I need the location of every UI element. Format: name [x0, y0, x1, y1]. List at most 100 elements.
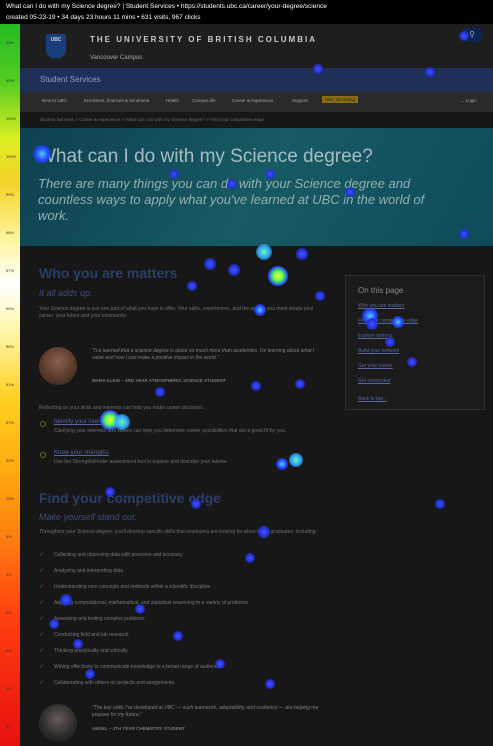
heatmap-info-bar: What can I do with my Science degree? | … — [0, 0, 493, 24]
webpage-canvas: UBC THE UNIVERSITY OF BRITISH COLUMBIA V… — [20, 24, 493, 746]
heatmap-click-spot — [435, 499, 445, 509]
heatmap-click-spot — [268, 266, 288, 286]
login-link[interactable]: → Login — [460, 98, 477, 103]
page-title: What can I do with my Science degree? — [38, 146, 373, 167]
heatmap-click-spot — [295, 379, 305, 389]
toc-link-edge[interactable]: Find your competitive edge — [358, 318, 418, 324]
scale-label: 96% — [6, 306, 15, 311]
list-item: Understanding core concepts and methods … — [54, 584, 211, 590]
edge-body: Throughout your Science degree, you'll d… — [39, 529, 317, 535]
scale-label: 100% — [6, 154, 17, 159]
check-icon: ✓ — [39, 552, 45, 558]
edge-quote: "The key skills I've developed at UBC — … — [92, 705, 319, 718]
nav-item-ongoing[interactable]: UBC On Going — [322, 96, 359, 103]
strengths-desc: Use the StrengthsFinder assessment tool … — [54, 459, 228, 465]
heatmap-click-spot — [204, 258, 216, 270]
check-icon: ✓ — [39, 568, 45, 574]
who-quote-name: MARA KLEIN – 3RD YEAR ATMOSPHERIC SCIENC… — [92, 378, 226, 383]
check-icon: ✓ — [39, 648, 45, 654]
heatmap-click-spot — [256, 244, 272, 260]
on-this-page-panel: On this page Who you are matters Find yo… — [345, 275, 485, 410]
who-body: Your Science degree is just one part of … — [39, 306, 314, 319]
nav-item-campus-life[interactable]: Campus life — [192, 98, 216, 103]
breadcrumb[interactable]: Student Services > Career & experience >… — [40, 117, 264, 122]
section-title[interactable]: Student Services — [40, 75, 100, 84]
check-icon: ✓ — [39, 664, 45, 670]
edge-quote-name: ANGEL – 4TH YEAR CHEMISTRY STUDENT — [92, 726, 185, 731]
student-photo — [39, 704, 77, 742]
check-icon: ✓ — [39, 600, 45, 606]
toc-link-who[interactable]: Who you are matters — [358, 303, 404, 309]
search-icon[interactable]: ⚲ — [463, 28, 481, 42]
toc-link-career[interactable]: Get your career — [358, 363, 393, 369]
scale-label: 1% — [6, 572, 12, 577]
list-item: Applying computational, mathematical, an… — [54, 600, 248, 606]
list-item: Collaborating with others on projects an… — [54, 680, 175, 686]
check-icon: ✓ — [39, 632, 45, 638]
list-item: Assessing and testing complex problems — [54, 616, 145, 622]
list-item: Analyzing and interpreting data — [54, 568, 123, 574]
scroll-depth-scale: 80% 90% 100% 100% 99% 98% 97% 96% 95% 91% 57% 32% 15… — [0, 24, 20, 746]
back-to-top-link[interactable]: Back to top ↑ — [358, 396, 387, 402]
nav-item-enrolment[interactable]: Enrolment, finances & enrolment — [84, 98, 149, 103]
university-name: THE UNIVERSITY OF BRITISH COLUMBIA — [90, 35, 317, 44]
interests-desc: Clarifying your interests and values can… — [54, 428, 287, 434]
reflect-text: Reflecting on your skills and interests … — [39, 405, 205, 411]
heatmap-click-spot — [187, 281, 197, 291]
heatmap-click-spot — [85, 669, 95, 679]
list-item: Collecting and observing data with preci… — [54, 552, 183, 558]
scale-label: 99% — [6, 192, 15, 197]
page-title-url: What can I do with my Science degree? | … — [6, 3, 327, 10]
scale-label: 90% — [6, 78, 15, 83]
scale-label: 57% — [6, 420, 15, 425]
scale-label: 5% — [6, 534, 12, 539]
nav-item-support[interactable]: Support — [292, 98, 308, 103]
nav-item-new[interactable]: New to UBC — [42, 98, 67, 103]
scale-label: 97% — [6, 268, 15, 273]
interests-link[interactable]: Identify your interests — [54, 419, 111, 425]
scale-label: 15% — [6, 496, 15, 501]
heatmap-click-spot — [315, 291, 325, 301]
scale-label: 95% — [6, 344, 15, 349]
toc-link-explore[interactable]: Explore options — [358, 333, 392, 339]
scale-label: 98% — [6, 230, 15, 235]
list-item: Writing effectively to communicate knowl… — [54, 664, 223, 670]
scale-label: 0% — [6, 686, 12, 691]
toc-title: On this page — [358, 286, 404, 295]
scale-label: 80% — [6, 40, 15, 45]
who-subheading: It all adds up. — [39, 288, 93, 298]
heatmap-click-spot — [228, 264, 240, 276]
scale-label: 91% — [6, 382, 15, 387]
edge-heading: Find your competitive edge — [39, 490, 222, 506]
ubc-logo[interactable]: UBC — [46, 34, 66, 58]
scale-label: 0% — [6, 610, 12, 615]
check-icon: ✓ — [39, 616, 45, 622]
campus-name: Vancouver Campus — [90, 55, 143, 61]
bullet-icon — [40, 421, 46, 427]
hero-subtitle: There are many things you can do with yo… — [38, 176, 425, 223]
who-heading: Who you are matters — [39, 265, 178, 281]
heatmap-click-spot — [251, 381, 261, 391]
scale-label: 0% — [6, 724, 12, 729]
edge-subheading: Make yourself stand out. — [39, 512, 138, 522]
heatmap-click-spot — [173, 631, 183, 641]
list-item: Thinking analytically and critically — [54, 648, 128, 654]
strengths-link[interactable]: Know your strengths — [54, 450, 109, 456]
check-icon: ✓ — [39, 680, 45, 686]
nav-item-career[interactable]: Career & experience — [232, 98, 273, 103]
heatmap-click-spot — [155, 387, 165, 397]
section-bar: Student Services — [20, 68, 493, 92]
site-header: UBC THE UNIVERSITY OF BRITISH COLUMBIA V… — [20, 24, 493, 68]
check-icon: ✓ — [39, 584, 45, 590]
heatmap-click-spot — [265, 679, 275, 689]
scale-label: 0% — [6, 648, 12, 653]
scale-label: 32% — [6, 458, 15, 463]
who-quote: "I've learned that a science degree is a… — [92, 348, 315, 361]
toc-link-connected[interactable]: Get connected — [358, 378, 391, 384]
heatmap-click-spot — [245, 553, 255, 563]
bullet-icon — [40, 452, 46, 458]
toc-link-network[interactable]: Build your network — [358, 348, 399, 354]
heatmap-click-spot — [296, 248, 308, 260]
heatmap-stats: created 05-23-19 • 34 days 23 hours 11 m… — [6, 14, 201, 21]
nav-item-health[interactable]: Health — [166, 98, 179, 103]
